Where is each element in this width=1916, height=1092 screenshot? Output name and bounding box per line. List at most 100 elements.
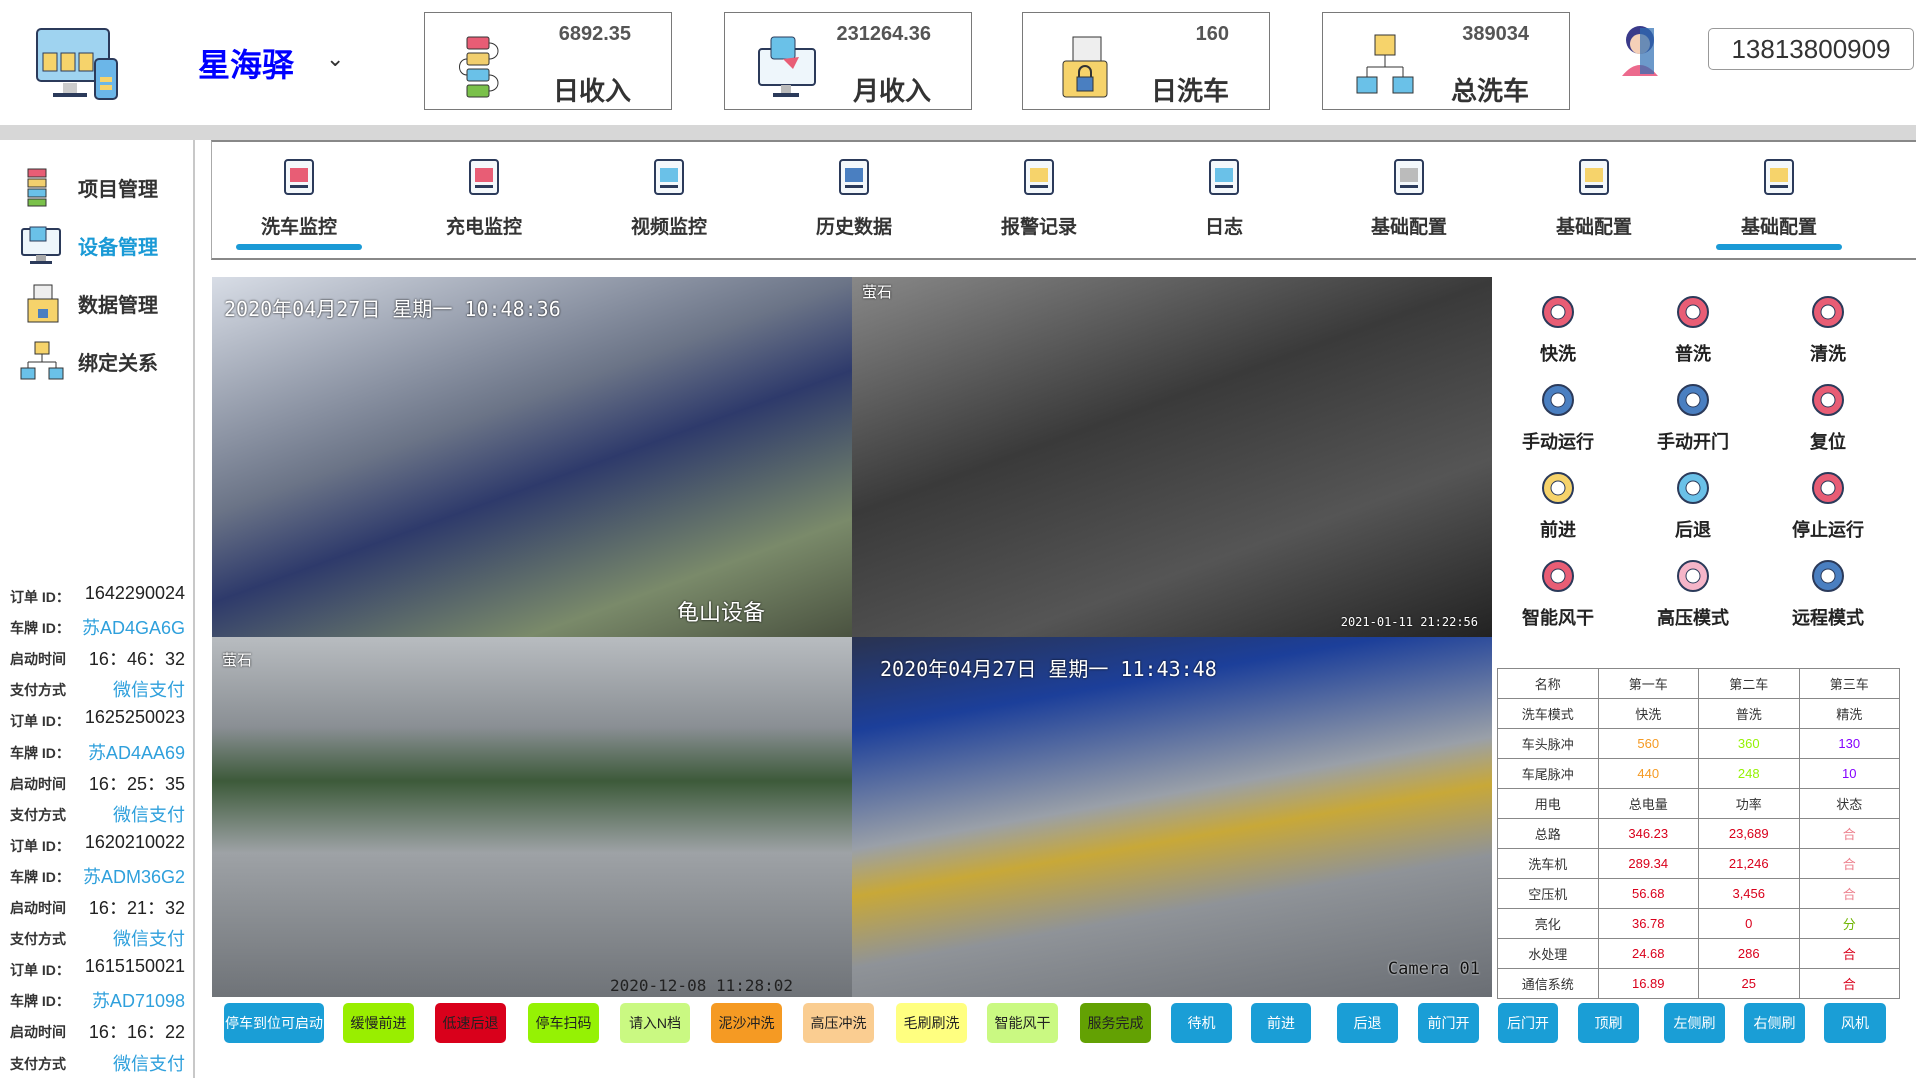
action-button-18[interactable]: 风机 — [1824, 1003, 1886, 1043]
phone-number-field[interactable]: 13813800909 — [1708, 28, 1914, 70]
avatar[interactable] — [1618, 22, 1662, 76]
tab-label: 报警记录 — [1000, 217, 1077, 238]
tab-label: 洗车监控 — [260, 217, 337, 238]
tab-5[interactable]: 日志 — [1149, 156, 1299, 246]
tab-2[interactable]: 视频监控 — [594, 156, 744, 246]
table-cell: 合 — [1798, 938, 1900, 969]
field-value: 16：21：32 — [88, 898, 185, 918]
table-cell: 130 — [1798, 728, 1900, 759]
action-button-3[interactable]: 停车扫码 — [528, 1003, 599, 1043]
sidebar-item-data-management[interactable]: 数据管理 — [20, 283, 158, 323]
table-cell: 346.23 — [1597, 818, 1699, 849]
field-value: 微信支付 — [113, 1053, 185, 1074]
action-button-0[interactable]: 停车到位可启动 — [224, 1003, 324, 1043]
tab-3[interactable]: 历史数据 — [779, 156, 929, 246]
field-label: 启动时间 — [10, 1024, 66, 1041]
control-car-wifi[interactable]: 快洗 — [1498, 290, 1618, 370]
tab-1[interactable]: 充电监控 — [409, 156, 559, 246]
tab-0[interactable]: 洗车监控 — [224, 156, 374, 250]
action-button-10[interactable]: 待机 — [1171, 1003, 1232, 1043]
control-windmill[interactable]: 后退 — [1633, 466, 1753, 546]
sidebar: 项目管理 设备管理 数据管理 绑定关系 订单 ID： 1642290024 车牌 I… — [0, 140, 195, 1078]
action-button-1[interactable]: 缓慢前进 — [343, 1003, 414, 1043]
control-eco-car[interactable]: 普洗 — [1633, 290, 1753, 370]
camera-feed-2[interactable]: 萤石 2021-01-11 21:22:56 — [852, 277, 1492, 637]
sidebar-item-device-management[interactable]: 设备管理 — [20, 225, 158, 265]
control-label: 高压模式 — [1657, 608, 1729, 628]
action-button-12[interactable]: 后退 — [1337, 1003, 1398, 1043]
field-label: 订单 ID： — [10, 589, 70, 605]
control-traffic-light[interactable]: 远程模式 — [1768, 554, 1888, 634]
action-button-13[interactable]: 前门开 — [1418, 1003, 1479, 1043]
control-chip-cycle[interactable]: 停止运行 — [1768, 466, 1888, 546]
table-cell: 560 — [1597, 728, 1699, 759]
tab-icon — [1572, 156, 1616, 200]
workflow-icon — [457, 33, 517, 99]
windmill-icon — [1671, 466, 1715, 510]
order-field-pay: 支付方式 微信支付 — [10, 676, 185, 702]
table-cell: 精洗 — [1798, 698, 1900, 729]
action-button-4[interactable]: 请入N档 — [620, 1003, 690, 1043]
control-label: 停止运行 — [1792, 520, 1864, 540]
field-value: 16：16：22 — [88, 1022, 185, 1043]
order-field-pay: 支付方式 微信支付 — [10, 801, 185, 827]
action-button-6[interactable]: 高压冲洗 — [803, 1003, 874, 1043]
control-power-chart[interactable]: 手动开门 — [1633, 378, 1753, 458]
table-cell: 286 — [1698, 938, 1800, 969]
camera-brand-watermark: 萤石 — [222, 651, 253, 669]
control-gear[interactable]: 复位 — [1768, 378, 1888, 458]
action-button-11[interactable]: 前进 — [1251, 1003, 1311, 1043]
field-value: 微信支付 — [113, 929, 185, 950]
action-button-17[interactable]: 右侧刷 — [1744, 1003, 1805, 1043]
stat-label: 月收入 — [852, 76, 931, 106]
field-label: 支付方式 — [10, 1055, 66, 1072]
action-button-14[interactable]: 后门开 — [1498, 1003, 1558, 1043]
table-cell: 0 — [1698, 908, 1800, 939]
table-cell: 16.89 — [1597, 968, 1699, 999]
control-fingerprint-touch[interactable]: 高压模式 — [1633, 554, 1753, 634]
order-field-start: 启动时间 16：25：35 — [10, 770, 185, 796]
action-button-16[interactable]: 左侧刷 — [1664, 1003, 1725, 1043]
chevron-down-icon[interactable]: ⌄ — [326, 46, 344, 72]
tab-7[interactable]: 基础配置 — [1519, 156, 1669, 246]
camera-feed-4[interactable]: 2020年04月27日 星期一 11:43:48 Camera 01 — [852, 637, 1492, 997]
table-cell: 功率 — [1698, 788, 1800, 819]
table-cell: 289.34 — [1597, 848, 1699, 879]
control-clock-arrow[interactable]: 前进 — [1498, 466, 1618, 546]
table-cell: 合 — [1798, 878, 1900, 909]
action-button-15[interactable]: 顶刷 — [1578, 1003, 1639, 1043]
order-field-plate: 车牌 ID： 苏ADM36G2 — [10, 863, 185, 889]
control-wind-turbine[interactable]: 手动运行 — [1498, 378, 1618, 458]
action-button-2[interactable]: 低速后退 — [435, 1003, 506, 1043]
control-panel: 快洗 普洗 清洗手动运行 手动开门 复位前进 后退 停止运行智能风干 高压模式 远程模式 — [1497, 290, 1916, 660]
table-cell: 水处理 — [1497, 938, 1599, 969]
order-field-plate: 车牌 ID： 苏AD4AA69 — [10, 739, 185, 765]
action-button-9[interactable]: 服务完成 — [1080, 1003, 1151, 1043]
tab-6[interactable]: 基础配置 — [1334, 156, 1484, 246]
action-button-5[interactable]: 泥沙冲洗 — [711, 1003, 782, 1043]
order-field-pay: 支付方式 微信支付 — [10, 1050, 185, 1076]
order-field-start: 启动时间 16：16：22 — [10, 1018, 185, 1044]
control-label: 手动开门 — [1657, 432, 1729, 452]
action-button-8[interactable]: 智能风干 — [987, 1003, 1058, 1043]
camera-feed-1[interactable]: 2020年04月27日 星期一 10:48:36 龟山设备 — [212, 277, 852, 637]
field-label: 启动时间 — [10, 651, 66, 668]
field-value: 1625250023 — [84, 707, 185, 728]
stat-card-total-washes: 389034 总洗车 — [1322, 12, 1570, 110]
action-button-7[interactable]: 毛刷刷洗 — [896, 1003, 967, 1043]
sidebar-item-project-management[interactable]: 项目管理 — [20, 167, 158, 207]
table-cell: 分 — [1798, 908, 1900, 939]
camera-brand-watermark: 萤石 — [862, 283, 893, 301]
control-antenna-tower[interactable]: 智能风干 — [1498, 554, 1618, 634]
table-cell: 25 — [1698, 968, 1800, 999]
control-car-remote[interactable]: 清洗 — [1768, 290, 1888, 370]
tab-8[interactable]: 基础配置 — [1704, 156, 1854, 250]
tab-4[interactable]: 报警记录 — [964, 156, 1114, 246]
sidebar-item-binding[interactable]: 绑定关系 — [20, 341, 158, 381]
tab-icon — [1757, 156, 1801, 200]
table-row: 洗车机 289.34 21,246 合 — [1497, 848, 1900, 879]
table-cell: 车尾脉冲 — [1497, 758, 1599, 789]
camera-feed-3[interactable]: 萤石 2020-12-08 11:28:02 — [212, 637, 852, 997]
field-label: 订单 ID： — [10, 713, 70, 730]
table-row: 总路 346.23 23,689 合 — [1497, 818, 1900, 849]
